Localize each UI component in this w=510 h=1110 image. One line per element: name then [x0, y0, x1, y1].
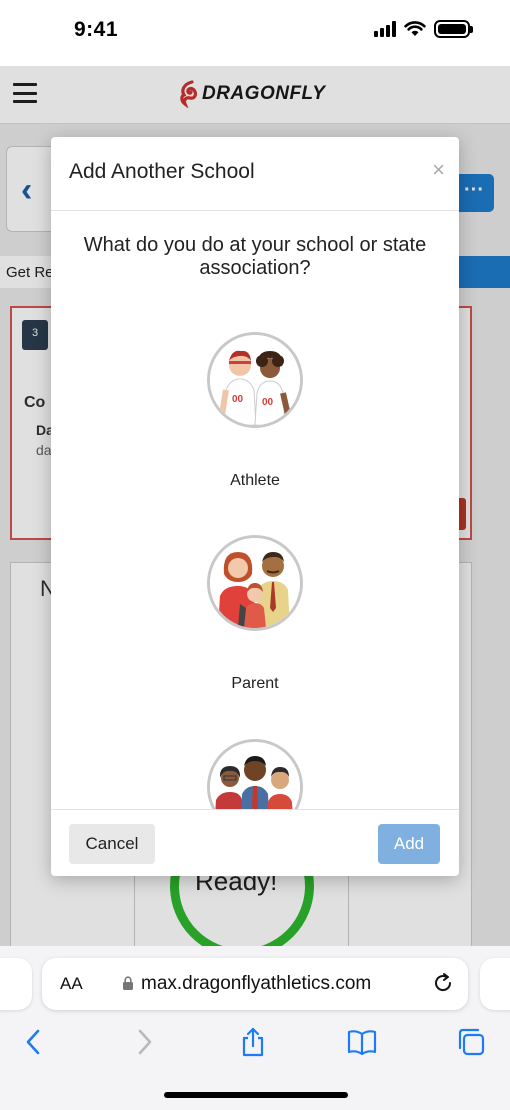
status-time: 9:41 [74, 18, 119, 41]
cancel-button[interactable]: Cancel [69, 824, 155, 864]
svg-text:00: 00 [232, 394, 244, 405]
modal-header: Add Another School × [51, 137, 459, 211]
browser-toolbar: AA max.dragonflyathletics.com [0, 946, 510, 1110]
add-school-modal: Add Another School × What do you do at y… [51, 137, 459, 876]
cellular-signal-icon [374, 21, 396, 37]
share-icon[interactable] [237, 1026, 269, 1058]
previous-tab-pill[interactable] [0, 958, 32, 1010]
battery-icon [434, 20, 473, 38]
role-question: What do you do at your school or state a… [83, 234, 427, 279]
wifi-icon [404, 21, 426, 36]
add-button[interactable]: Add [378, 824, 440, 864]
staff-avatar-icon [207, 739, 303, 809]
bookmarks-icon[interactable] [346, 1026, 378, 1058]
modal-body[interactable]: What do you do at your school or state a… [51, 212, 459, 809]
role-option-staff[interactable] [51, 739, 459, 809]
modal-footer: Cancel Add [51, 809, 459, 876]
close-icon[interactable]: × [432, 157, 445, 183]
status-icons [374, 20, 473, 38]
back-arrow-icon[interactable] [18, 1026, 50, 1058]
status-bar: 9:41 [0, 0, 510, 66]
lock-icon [123, 976, 133, 990]
browser-nav [0, 1026, 510, 1062]
svg-text:00: 00 [262, 397, 274, 408]
tabs-icon[interactable] [455, 1026, 487, 1058]
role-option-parent[interactable]: Parent [51, 535, 459, 693]
text-size-button[interactable]: AA [60, 974, 83, 994]
athlete-avatar-icon: 00 00 [207, 332, 303, 428]
forward-arrow-icon[interactable] [128, 1026, 160, 1058]
next-tab-pill[interactable] [480, 958, 510, 1010]
address-bar[interactable]: AA max.dragonflyathletics.com [42, 958, 468, 1010]
modal-title: Add Another School [69, 160, 255, 183]
role-label-athlete: Athlete [230, 472, 280, 489]
role-label-parent: Parent [231, 675, 279, 692]
parent-avatar-icon [207, 535, 303, 631]
reload-icon[interactable] [432, 972, 454, 994]
role-option-athlete[interactable]: 00 00 Athlete [51, 332, 459, 490]
home-indicator [164, 1092, 348, 1098]
url-text: max.dragonflyathletics.com [141, 973, 372, 994]
